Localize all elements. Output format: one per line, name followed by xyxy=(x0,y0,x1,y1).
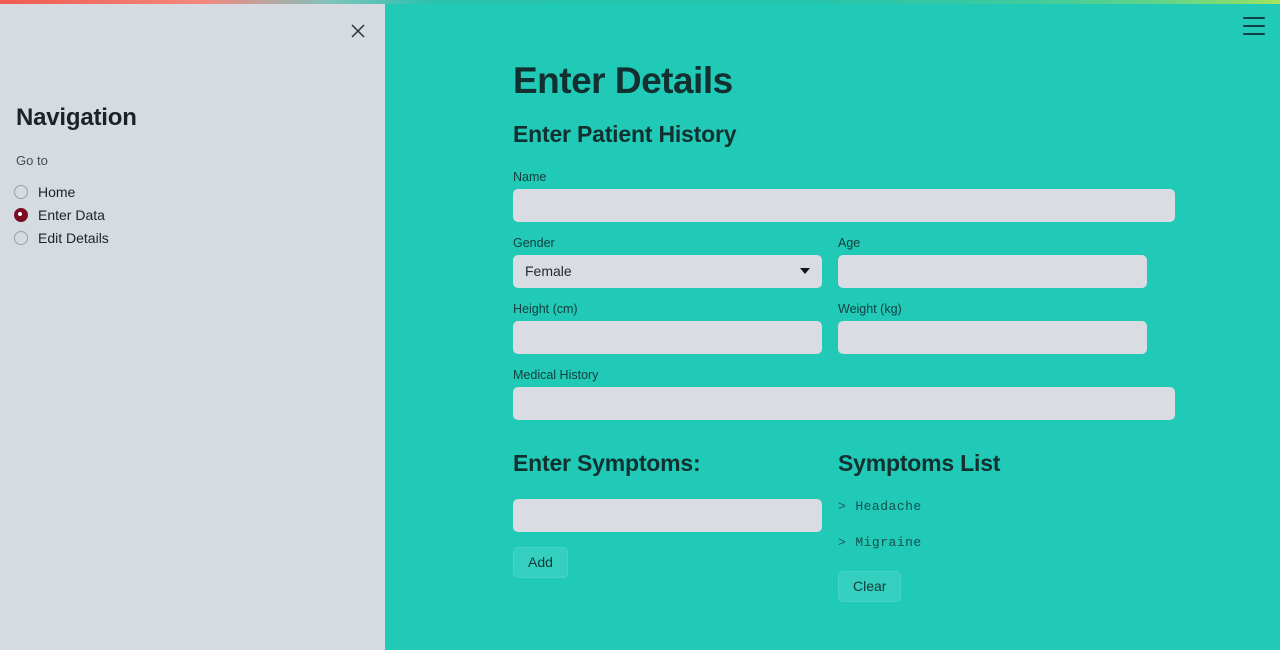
radio-circle-selected-icon xyxy=(14,207,28,222)
gender-select-value: Female xyxy=(525,263,572,280)
hamburger-menu-icon[interactable] xyxy=(1243,17,1265,35)
sidebar-title: Navigation xyxy=(16,104,137,131)
age-input[interactable] xyxy=(838,254,1147,288)
field-medical-history-label: Medical History xyxy=(513,367,599,382)
radio-circle-icon xyxy=(14,230,28,245)
field-name: Name xyxy=(513,170,1175,222)
symptom-name: Headache xyxy=(855,498,922,514)
field-height: Height (cm) xyxy=(513,302,822,354)
hamburger-line xyxy=(1243,25,1265,27)
medical-history-input[interactable] xyxy=(513,386,1175,420)
field-gender: Gender Female xyxy=(513,236,822,288)
field-medical-history: Medical History xyxy=(513,368,1175,420)
navigation-radio-group: Home Enter Data Edit Details xyxy=(14,180,109,249)
field-height-label: Height (cm) xyxy=(513,301,578,316)
list-item: > Migraine xyxy=(838,535,1147,550)
nav-radio-enter-data-label: Enter Data xyxy=(38,206,105,223)
symptoms-list-heading: Symptoms List xyxy=(838,449,1001,476)
field-age: Age xyxy=(838,236,1147,288)
name-input[interactable] xyxy=(513,188,1175,222)
height-weight-row: Height (cm) Weight (kg) xyxy=(513,302,1175,354)
field-weight: Weight (kg) xyxy=(838,302,1147,354)
field-weight-label: Weight (kg) xyxy=(838,301,902,316)
gender-select[interactable]: Female xyxy=(513,254,822,288)
radio-group-label: Go to xyxy=(16,153,48,168)
field-gender-label: Gender xyxy=(513,235,555,250)
clear-symptoms-button[interactable]: Clear xyxy=(838,570,902,602)
nav-radio-enter-data[interactable]: Enter Data xyxy=(14,203,109,226)
field-name-label: Name xyxy=(513,169,547,184)
hamburger-line xyxy=(1243,33,1265,35)
enter-symptoms-column: Enter Symptoms: Add xyxy=(513,450,822,602)
accent-gradient-bar xyxy=(0,0,1280,4)
radio-circle-icon xyxy=(14,184,28,199)
hamburger-line xyxy=(1243,17,1265,19)
gender-age-row: Gender Female Age xyxy=(513,236,1175,288)
main-content-panel: Enter Details Enter Patient History Name… xyxy=(385,4,1280,650)
weight-input[interactable] xyxy=(838,320,1147,354)
nav-radio-edit-details-label: Edit Details xyxy=(38,229,109,246)
chevron-right-icon: > xyxy=(838,534,847,550)
close-icon[interactable] xyxy=(343,16,373,46)
page-title: Enter Details xyxy=(513,60,733,101)
navigation-sidebar: Navigation Go to Home Enter Data Edit De… xyxy=(0,4,385,650)
height-input[interactable] xyxy=(513,320,822,354)
clear-button-wrapper: Clear xyxy=(838,570,1147,602)
symptom-name: Migraine xyxy=(855,534,922,550)
add-symptom-button[interactable]: Add xyxy=(513,546,568,578)
nav-radio-edit-details[interactable]: Edit Details xyxy=(14,226,109,249)
symptoms-list-column: Symptoms List > Headache > Migraine Clear xyxy=(838,450,1147,602)
nav-radio-home[interactable]: Home xyxy=(14,180,109,203)
section-title: Enter Patient History xyxy=(513,120,737,147)
form-container: Enter Details Enter Patient History Name… xyxy=(513,4,1175,602)
symptoms-section: Enter Symptoms: Add Symptoms List > Heada… xyxy=(513,450,1175,602)
chevron-down-icon xyxy=(800,268,810,275)
symptom-input[interactable] xyxy=(513,498,822,532)
enter-symptoms-heading: Enter Symptoms: xyxy=(513,449,701,476)
field-age-label: Age xyxy=(838,235,861,250)
list-item: > Headache xyxy=(838,499,1147,514)
chevron-right-icon: > xyxy=(838,498,847,514)
nav-radio-home-label: Home xyxy=(38,183,76,200)
